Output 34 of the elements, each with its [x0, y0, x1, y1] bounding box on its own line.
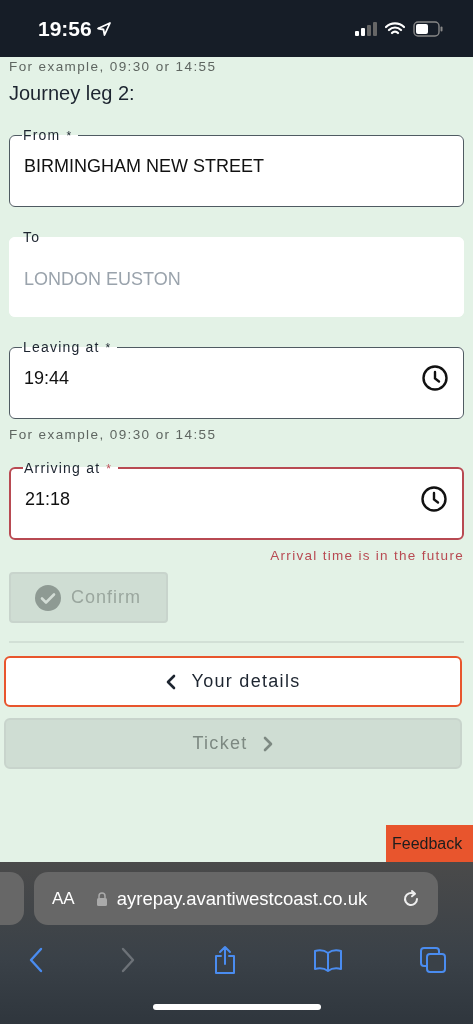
signal-icon	[355, 21, 377, 36]
tabs-icon[interactable]	[419, 946, 447, 974]
input-field[interactable]: 19:44	[24, 367, 421, 389]
book-icon[interactable]	[312, 948, 343, 972]
clock-icon[interactable]	[421, 364, 449, 392]
url-text: ayrepay.avantiwestcoast.co.uk	[116, 887, 369, 910]
field-label: Arriving at	[24, 460, 101, 476]
tab-preview[interactable]	[0, 872, 24, 925]
check-circle-icon	[35, 584, 61, 611]
clock-time: 19:56	[38, 16, 92, 41]
share-icon[interactable]	[212, 945, 237, 975]
field-label: Leaving at	[23, 339, 100, 355]
wifi-icon	[385, 21, 405, 36]
clock-icon[interactable]	[420, 485, 448, 513]
field-label: From	[23, 127, 61, 143]
required-mark: *	[106, 462, 113, 476]
section-heading: Journey leg 2:	[9, 82, 136, 105]
text-size-button[interactable]: AA	[52, 888, 75, 909]
battery-icon	[413, 20, 443, 37]
chevron-left-icon	[165, 673, 178, 690]
error-message: Arrival time is in the future	[269, 548, 464, 563]
back-icon[interactable]	[28, 947, 44, 973]
input-field[interactable]: 21:18	[25, 488, 420, 510]
field-label: To	[23, 229, 41, 245]
hint-text: For example, 09:30 or 14:55	[9, 427, 218, 442]
feedback-tab[interactable]: Feedback	[386, 825, 473, 862]
required-mark: *	[105, 341, 112, 355]
address-bar[interactable]: AA ayrepay.avantiwestcoast.co.uk	[34, 872, 438, 925]
nav-button[interactable]: Your details	[4, 656, 462, 707]
hint-text: For example, 09:30 or 14:55	[9, 59, 218, 74]
forward-icon[interactable]	[120, 947, 137, 973]
required-mark: *	[66, 129, 73, 143]
chevron-right-icon	[261, 735, 274, 752]
input-field[interactable]: BIRMINGHAM NEW STREET	[24, 155, 451, 177]
